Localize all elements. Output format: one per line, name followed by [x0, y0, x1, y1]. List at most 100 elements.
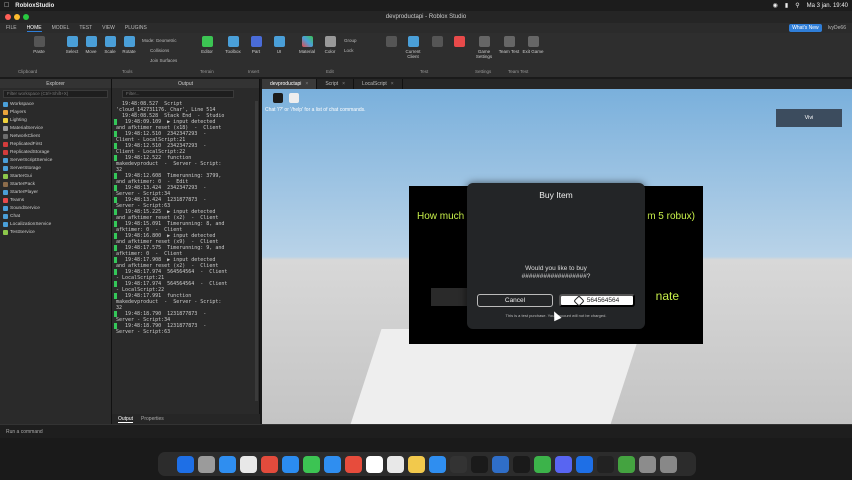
- tab-script[interactable]: Script ×: [317, 79, 355, 89]
- rotate-button[interactable]: Rotate: [118, 36, 140, 54]
- lock-button[interactable]: Lock: [344, 48, 354, 53]
- dock-app-icon[interactable]: [303, 455, 320, 473]
- tab-plugins[interactable]: PLUGINS: [125, 25, 147, 31]
- cancel-button[interactable]: Cancel: [477, 294, 553, 307]
- dock-app-icon[interactable]: [219, 455, 236, 473]
- dock-app-icon[interactable]: [240, 455, 257, 473]
- dock-app-icon[interactable]: [198, 455, 215, 473]
- chat-icon[interactable]: [289, 93, 299, 103]
- material-button[interactable]: Material: [296, 36, 318, 54]
- dock-app-icon[interactable]: [261, 455, 278, 473]
- explorer-item[interactable]: ServerStorage: [3, 164, 111, 172]
- dock-app-icon[interactable]: [387, 455, 404, 473]
- game-viewport[interactable]: Chat '/?' or '/help' for a list of chat …: [262, 89, 852, 424]
- team-test-button[interactable]: Team Test: [498, 36, 520, 54]
- dock-app-icon[interactable]: [492, 455, 509, 473]
- dock-app-icon[interactable]: [471, 455, 488, 473]
- clock-text[interactable]: Ma 3 jan. 19:40: [807, 3, 848, 9]
- tab-home[interactable]: HOME: [26, 25, 42, 32]
- buy-button[interactable]: 564564564: [559, 294, 635, 307]
- explorer-item[interactable]: Lighting: [3, 116, 111, 124]
- explorer-item[interactable]: NetworkClient: [3, 132, 111, 140]
- ui-button[interactable]: UI: [268, 36, 290, 54]
- dock-app-icon[interactable]: [450, 455, 467, 473]
- explorer-item[interactable]: MaterialService: [3, 124, 111, 132]
- stop-button[interactable]: [448, 36, 470, 49]
- tab-test[interactable]: TEST: [79, 25, 92, 31]
- tab-devproductapi[interactable]: devproductapi ×: [262, 79, 318, 89]
- dock-app-icon[interactable]: [534, 455, 551, 473]
- color-button[interactable]: Color: [319, 36, 341, 54]
- exit-game-button[interactable]: Exit Game: [522, 36, 544, 54]
- dock-app-icon[interactable]: [639, 455, 656, 473]
- roblox-menu-icon[interactable]: [273, 93, 283, 103]
- dock-app-icon[interactable]: [282, 455, 299, 473]
- explorer-item[interactable]: ReplicatedFirst: [3, 140, 111, 148]
- explorer-item[interactable]: Teams: [3, 196, 111, 204]
- current-client-button[interactable]: Current Client: [402, 36, 424, 59]
- command-bar[interactable]: Run a command: [0, 424, 852, 438]
- tab-localscript[interactable]: LocalScript ×: [354, 79, 403, 89]
- dock-app-icon[interactable]: [618, 455, 635, 473]
- explorer-item[interactable]: ServerScriptService: [3, 156, 111, 164]
- terrain-editor-button[interactable]: Editor: [196, 36, 218, 54]
- game-settings-button[interactable]: Game Settings: [473, 36, 495, 59]
- close-tab-icon[interactable]: ×: [391, 81, 394, 87]
- explorer-item[interactable]: Players: [3, 108, 111, 116]
- user-name[interactable]: IvyDe66: [828, 25, 846, 31]
- mode-select[interactable]: Geometric: [156, 38, 177, 43]
- close-tab-icon[interactable]: ×: [342, 81, 345, 87]
- tab-view[interactable]: VIEW: [102, 25, 115, 31]
- dock-app-icon[interactable]: [429, 455, 446, 473]
- explorer-item[interactable]: StarterPlayer: [3, 188, 111, 196]
- explorer-item[interactable]: StarterPack: [3, 180, 111, 188]
- play-button[interactable]: [380, 36, 402, 49]
- tab-output[interactable]: Output: [118, 416, 134, 423]
- output-filter-input[interactable]: Filter...: [122, 90, 234, 98]
- dock-app-icon[interactable]: [345, 455, 362, 473]
- team-icon: [503, 36, 515, 47]
- explorer-filter-input[interactable]: Filter workspace (Ctrl+Shift+X): [3, 90, 108, 98]
- dock-app-icon[interactable]: [597, 455, 614, 473]
- dock-app-icon[interactable]: [177, 455, 194, 473]
- apple-icon[interactable]: : [4, 2, 9, 9]
- explorer-item[interactable]: LocalizationService: [3, 220, 111, 228]
- donate-button-text[interactable]: nate: [656, 289, 679, 303]
- explorer-item[interactable]: StarterGui: [3, 172, 111, 180]
- output-log[interactable]: 19:48:08.527 Script'cloud_142731176._Cha…: [114, 101, 254, 401]
- close-window-icon[interactable]: [5, 14, 11, 20]
- explorer-item[interactable]: Workspace: [3, 100, 111, 108]
- dock-app-icon[interactable]: [660, 455, 677, 473]
- close-tab-icon[interactable]: ×: [305, 81, 308, 87]
- minimize-window-icon[interactable]: [14, 14, 20, 20]
- ribbon-toolbar: Paste Select Move Scale Rotate Mode: Geo…: [0, 33, 852, 78]
- wifi-icon[interactable]: ◉: [773, 2, 778, 9]
- dock-app-icon[interactable]: [366, 455, 383, 473]
- collisions-toggle[interactable]: Collisions: [150, 48, 169, 53]
- zoom-window-icon[interactable]: [23, 14, 29, 20]
- dock-app-icon[interactable]: [555, 455, 572, 473]
- toolbox-button[interactable]: Toolbox: [222, 36, 244, 54]
- explorer-item[interactable]: Chat: [3, 212, 111, 220]
- search-icon[interactable]: ⚲: [795, 2, 799, 9]
- whats-new-button[interactable]: What's New: [789, 24, 822, 32]
- group-button[interactable]: Group: [344, 38, 357, 43]
- tab-properties[interactable]: Properties: [141, 416, 164, 422]
- battery-icon[interactable]: ▮: [785, 2, 788, 9]
- join-surfaces-toggle[interactable]: Join Surfaces: [150, 58, 177, 63]
- file-menu[interactable]: FILE: [6, 25, 17, 31]
- paste-button[interactable]: Paste: [28, 36, 50, 54]
- dock-app-icon[interactable]: [513, 455, 530, 473]
- tab-model[interactable]: MODEL: [52, 25, 70, 31]
- active-app-name[interactable]: RobloxStudio: [15, 3, 54, 9]
- output-scrollbar[interactable]: [255, 101, 258, 401]
- resume-button[interactable]: [426, 36, 448, 49]
- dock-app-icon[interactable]: [576, 455, 593, 473]
- explorer-item[interactable]: TestService: [3, 228, 111, 236]
- dock-app-icon[interactable]: [408, 455, 425, 473]
- part-button[interactable]: Part: [245, 36, 267, 54]
- player-list-entry[interactable]: Vivi: [776, 109, 842, 127]
- dock-app-icon[interactable]: [324, 455, 341, 473]
- explorer-item[interactable]: SoundService: [3, 204, 111, 212]
- explorer-item[interactable]: ReplicatedStorage: [3, 148, 111, 156]
